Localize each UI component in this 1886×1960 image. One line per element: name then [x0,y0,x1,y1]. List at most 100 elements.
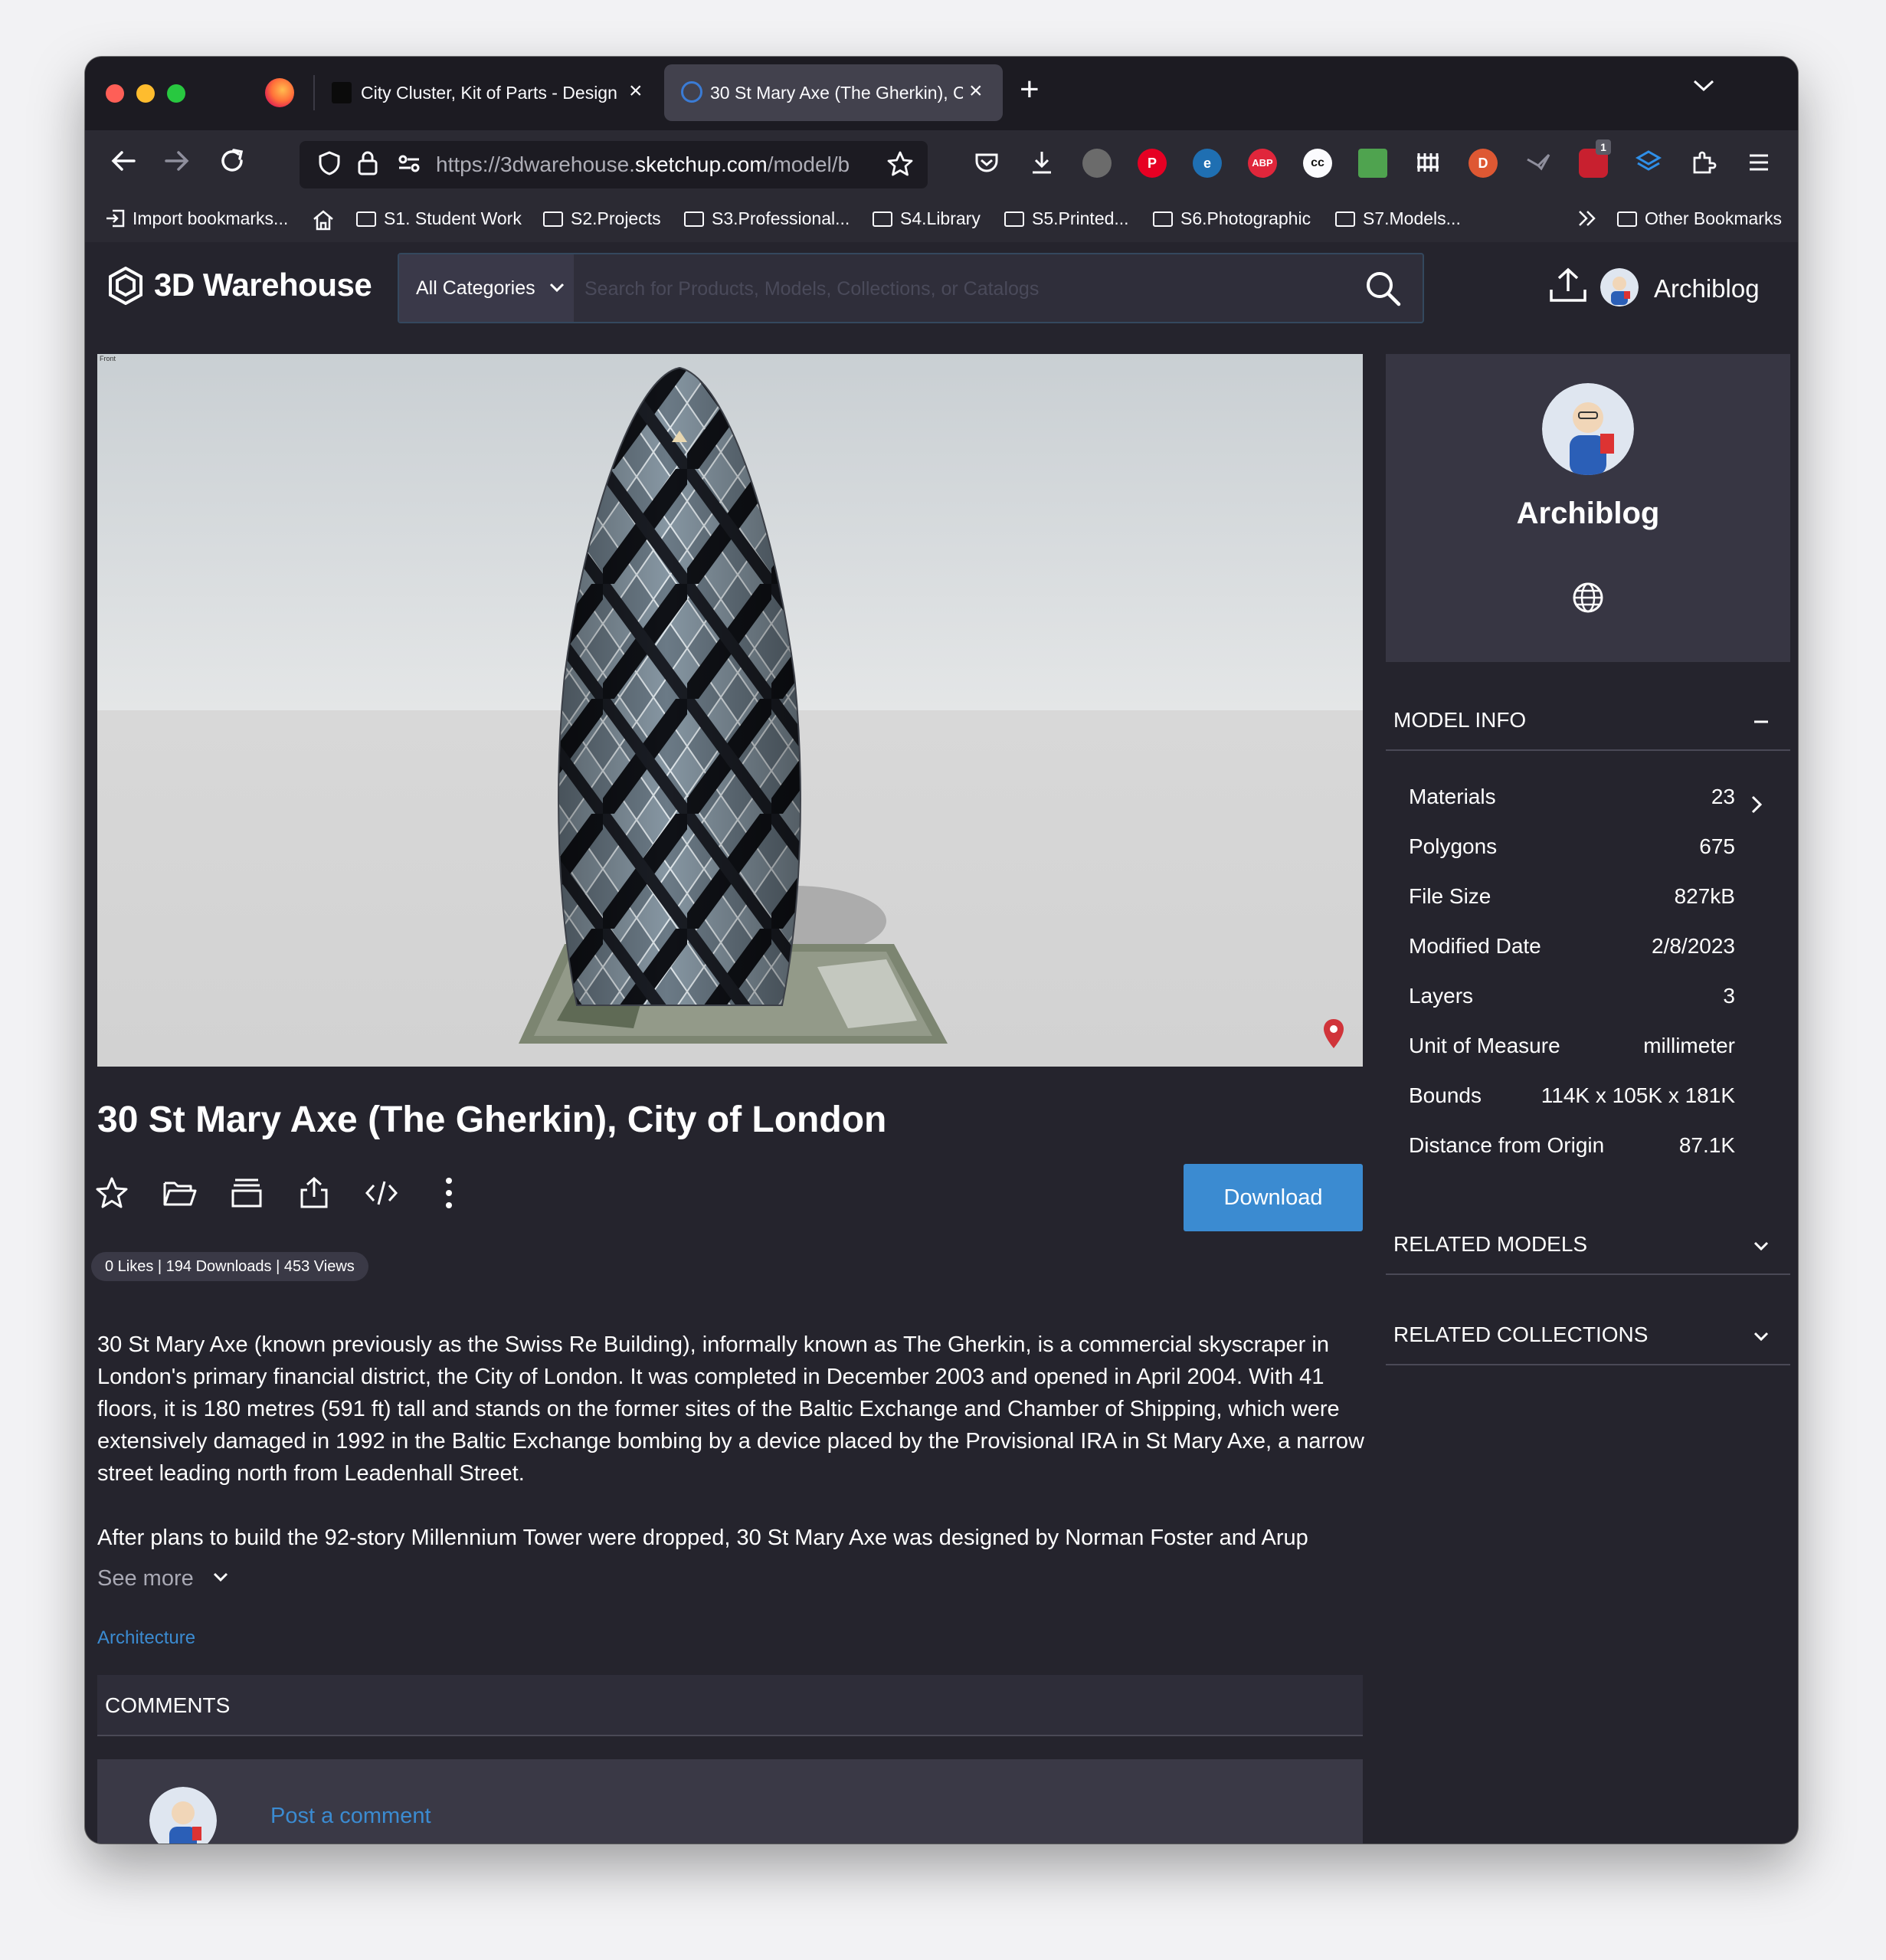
info-row-materials[interactable]: Materials 23 [1409,785,1735,815]
bookmark-folder-s6[interactable]: S6.Photographic [1153,208,1311,229]
grid-extension-icon[interactable] [1413,149,1442,178]
share-icon[interactable] [296,1175,332,1211]
tab-gherkin[interactable]: 30 St Mary Axe (The Gherkin), C × [664,64,1003,121]
search-icon[interactable] [1364,270,1401,306]
collapse-minus-icon [1754,720,1768,723]
url-bar[interactable]: https://3dwarehouse.sketchup.com/model/b [300,141,928,188]
back-arrow-icon[interactable] [108,146,139,183]
list-all-tabs-chevron-icon[interactable] [1692,74,1715,100]
bookmark-label: S2.Projects [571,208,661,228]
browser-window: City Cluster, Kit of Parts - Design × 30… [85,57,1798,1844]
globe-icon[interactable] [1571,581,1605,615]
chevron-right-icon[interactable] [1749,794,1766,815]
info-value: 23 [1711,785,1735,808]
zoom-window-button[interactable] [167,84,185,103]
comment-composer[interactable]: Post a comment [97,1759,1363,1844]
profile-extension-icon[interactable] [1082,149,1112,178]
tracking-shield-icon[interactable] [316,150,342,182]
pinterest-icon[interactable]: P [1138,149,1167,178]
info-label: Bounds [1409,1083,1482,1107]
info-label: Materials [1409,785,1496,808]
bird-extension-icon[interactable] [1524,149,1553,178]
author-name[interactable]: Archiblog [1386,497,1790,531]
bookmark-folder-s3[interactable]: S3.Professional... [684,208,850,229]
chevron-down-icon [1753,1332,1769,1342]
post-comment-link[interactable]: Post a comment [270,1804,431,1829]
tab-favicon-icon [681,81,702,103]
user-avatar[interactable] [1600,268,1639,306]
more-options-icon[interactable] [431,1175,467,1211]
layers-extension-icon[interactable] [1634,149,1663,178]
permissions-icon[interactable] [396,150,422,182]
adblock-plus-icon[interactable]: ABP [1248,149,1277,178]
download-button[interactable]: Download [1184,1164,1363,1231]
related-collections-header[interactable]: RELATED COLLECTIONS [1386,1306,1790,1365]
search-input[interactable] [583,254,1352,323]
info-row-file-size: File Size 827kB [1409,884,1735,915]
3d-warehouse-logo-icon[interactable] [108,267,143,305]
downloads-icon[interactable] [1027,149,1056,178]
ublock-icon[interactable]: 1 [1579,139,1611,178]
add-to-collection-folder-icon[interactable] [162,1175,197,1211]
model-title: 30 St Mary Axe (The Gherkin), City of Lo… [97,1100,887,1140]
info-label: Unit of Measure [1409,1034,1560,1057]
comments-title: COMMENTS [105,1693,231,1717]
chevron-down-icon [1753,1241,1769,1251]
bookmark-folder-s4[interactable]: S4.Library [873,208,981,229]
model-stats-badge: 0 Likes | 194 Downloads | 453 Views [91,1252,368,1281]
like-star-icon[interactable] [94,1175,129,1211]
bookmark-label: S3.Professional... [712,208,850,228]
folder-icon [356,211,376,227]
info-row-unit-of-measure: Unit of Measure millimeter [1409,1034,1735,1064]
creative-commons-icon[interactable]: cc [1303,149,1332,178]
header-username[interactable]: Archiblog [1654,274,1760,303]
forward-arrow-icon[interactable] [162,146,192,183]
model-viewer[interactable]: Front [97,354,1363,1067]
author-avatar[interactable] [1542,383,1634,475]
embed-code-icon[interactable] [364,1175,399,1211]
category-dropdown[interactable]: All Categories [399,254,574,322]
url-host: sketchup.com [634,152,768,176]
tab-city-cluster[interactable]: City Cluster, Kit of Parts - Design × [315,64,666,121]
upload-icon[interactable] [1548,267,1588,303]
location-pin-icon[interactable] [1321,1018,1346,1050]
reload-icon[interactable] [217,146,247,183]
lock-icon[interactable] [356,150,379,182]
save-page-icon[interactable] [1358,149,1387,178]
related-models-title: RELATED MODELS [1393,1232,1588,1256]
info-row-polygons: Polygons 675 [1409,834,1735,865]
bookmark-star-icon[interactable] [886,150,914,184]
extensions-puzzle-icon[interactable] [1689,149,1718,178]
menu-hamburger-icon[interactable] [1744,149,1773,178]
close-window-button[interactable] [106,84,124,103]
bookmark-folder-s2[interactable]: S2.Projects [543,208,661,229]
duckduckgo-icon[interactable]: D [1469,149,1498,178]
pocket-icon[interactable] [972,149,1001,178]
more-bookmarks-chevron-icon[interactable] [1576,208,1599,229]
minimize-window-button[interactable] [136,84,155,103]
home-icon[interactable] [311,208,336,231]
new-tab-button[interactable]: + [1020,70,1040,109]
brand-name[interactable]: 3D Warehouse [154,267,372,303]
chevron-down-icon [213,1572,228,1582]
edge-sync-icon[interactable]: e [1193,149,1222,178]
category-tag-link[interactable]: Architecture [97,1627,195,1649]
close-tab-icon[interactable]: × [969,78,983,104]
site-header: 3D Warehouse All Categories Archiblog [85,242,1798,329]
info-value: 675 [1699,834,1735,858]
url-text[interactable]: https://3dwarehouse.sketchup.com/model/b [436,152,880,177]
bookmark-folder-s7[interactable]: S7.Models... [1335,208,1461,229]
bookmark-folder-other[interactable]: Other Bookmarks [1617,208,1782,229]
bookmark-import[interactable]: Import bookmarks... [105,208,288,229]
add-to-catalog-stack-icon[interactable] [229,1175,264,1211]
bookmark-label: S5.Printed... [1032,208,1129,228]
see-more-toggle[interactable]: See more [97,1566,229,1591]
bookmarks-toolbar: Import bookmarks... S1. Student Work S2.… [85,198,1798,243]
model-info-header[interactable]: MODEL INFO [1386,691,1790,751]
related-models-header[interactable]: RELATED MODELS [1386,1215,1790,1275]
bookmark-folder-s1[interactable]: S1. Student Work [356,208,522,229]
info-row-modified-date: Modified Date 2/8/2023 [1409,934,1735,965]
see-more-label: See more [97,1566,194,1591]
close-tab-icon[interactable]: × [629,78,643,104]
bookmark-folder-s5[interactable]: S5.Printed... [1004,208,1129,229]
